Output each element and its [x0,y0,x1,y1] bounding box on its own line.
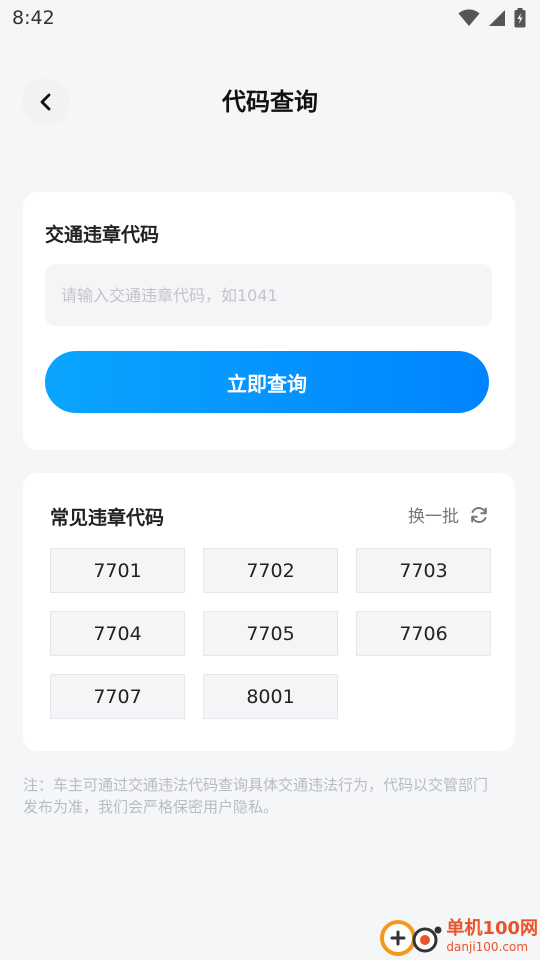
status-bar: 8:42 [0,0,540,36]
query-submit-button[interactable]: 立即查询 [45,351,489,413]
refresh-label: 换一批 [408,507,459,527]
query-label: 交通违章代码 [45,224,160,246]
status-icons [458,8,526,28]
privacy-note: 注：车主可通过交通违法代码查询具体交通违法行为，代码以交管部门发布为准，我们会严… [23,776,489,816]
header: 代码查询 [0,70,540,132]
watermark-logo: 单机100网 danji100.com [378,916,538,956]
code-chip[interactable]: 7707 [50,674,185,719]
refresh-icon [471,506,487,523]
watermark-logo-icon [380,920,442,956]
code-chip[interactable]: 7701 [50,548,185,593]
watermark-text: 单机100网 danji100.com [446,918,538,954]
common-codes-title: 常见违章代码 [50,507,165,529]
code-input[interactable] [45,264,492,326]
watermark-url: danji100.com [446,940,529,954]
code-chip[interactable]: 7702 [203,548,338,593]
code-chip[interactable]: 7705 [203,611,338,656]
code-chip[interactable]: 7704 [50,611,185,656]
watermark-name: 单机100网 [446,918,538,939]
wifi-icon [458,9,480,26]
status-time: 8:42 [12,7,55,29]
query-card: 交通违章代码 立即查询 [23,192,515,450]
common-codes-card: 常见违章代码 换一批 7701 7702 7703 7704 7705 7706… [23,473,515,751]
refresh-button[interactable]: 换一批 [408,502,489,527]
battery-icon [514,8,526,28]
codes-grid: 7701 7702 7703 7704 7705 7706 7707 8001 [50,548,491,719]
signal-icon [489,10,505,26]
code-chip[interactable]: 7703 [356,548,491,593]
code-chip[interactable]: 8001 [203,674,338,719]
page-title: 代码查询 [222,88,318,116]
code-chip[interactable]: 7706 [356,611,491,656]
